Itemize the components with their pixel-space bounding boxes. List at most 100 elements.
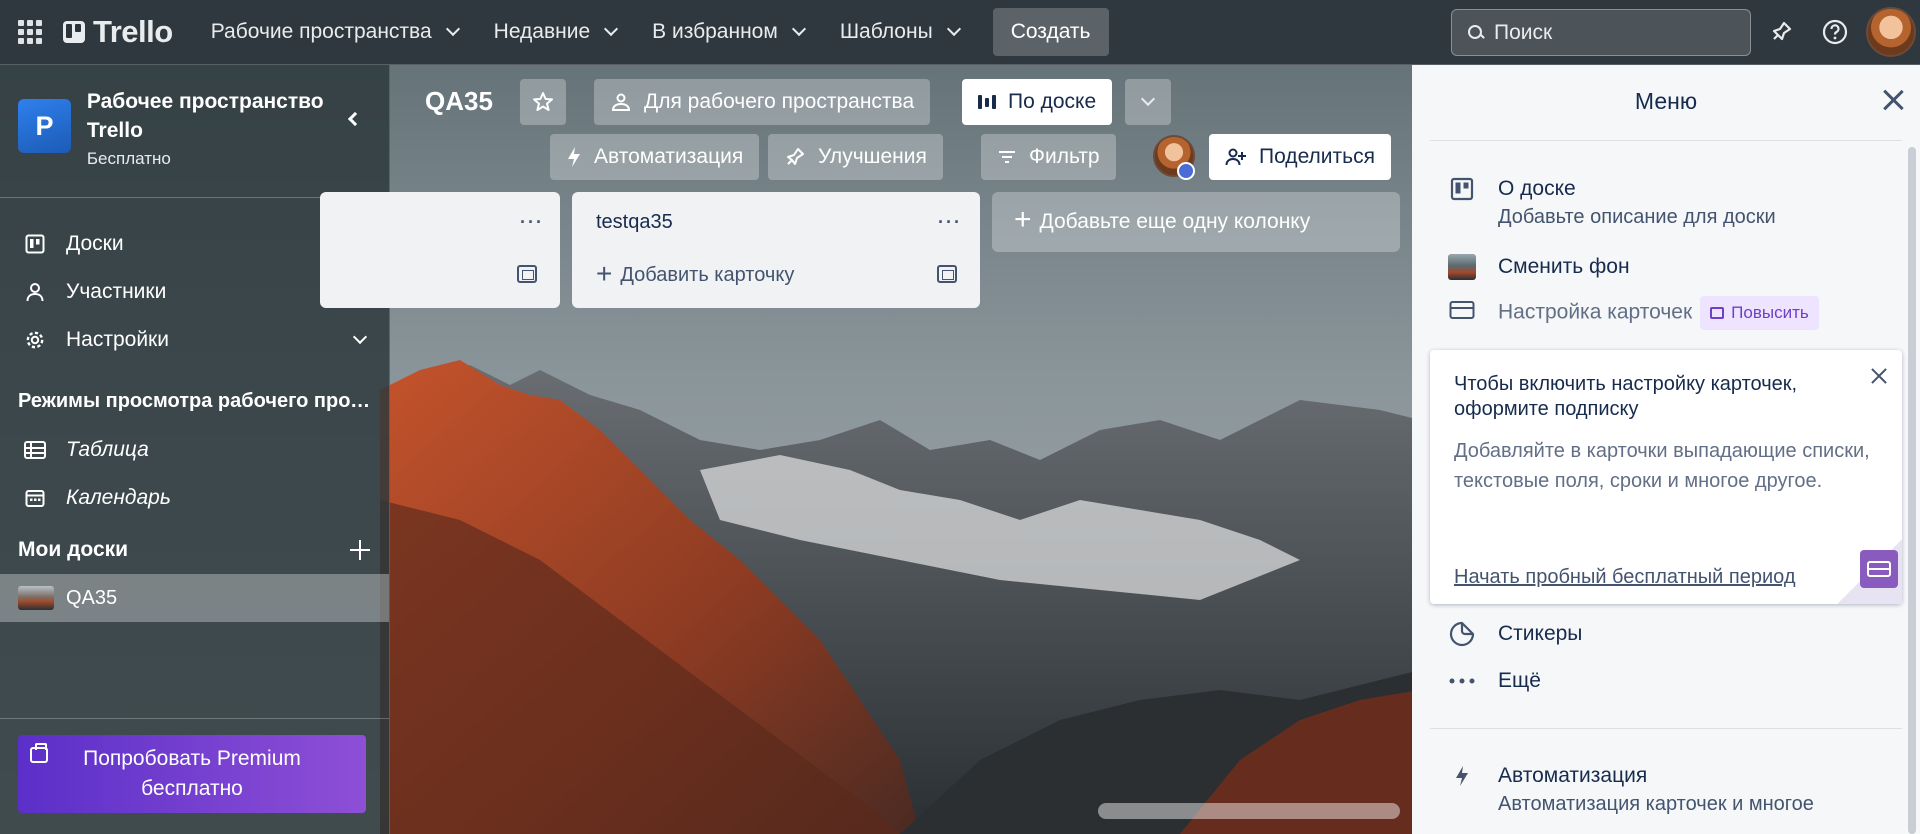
sidebar-item-label: Участники [66,280,167,303]
board-view-button[interactable]: По доске [962,79,1113,125]
upgrade-badge[interactable]: Повысить [1700,296,1819,330]
sidebar-item-label: Настройки [66,328,169,351]
workspace-name[interactable]: Рабочее пространство Trello [87,87,332,145]
notifications-icon[interactable] [1763,14,1799,50]
nav-workspaces[interactable]: Рабочие пространства [193,9,476,55]
trello-logo-text: Trello [93,14,173,49]
menu-item-more[interactable]: Ещё [1448,667,1541,695]
nav-starred-label: В избранном [652,20,778,43]
add-list-button[interactable]: + Добавьте еще одну колонку [992,192,1400,252]
nav-recent[interactable]: Недавние [476,9,634,55]
apps-icon[interactable] [15,17,45,47]
visibility-button[interactable]: Для рабочего пространства [594,79,931,125]
nav-starred[interactable]: В избранном [634,9,822,55]
star-icon [533,92,553,111]
board-view-icon [978,95,996,109]
gear-icon [24,329,46,351]
user-avatar[interactable] [1866,7,1916,57]
card-template-icon[interactable] [937,265,957,283]
plus-icon: + [1014,203,1032,236]
help-icon[interactable] [1817,14,1853,50]
add-card-button[interactable]: + Добавить карточку [596,259,795,287]
sidebar-item-calendar[interactable]: Календарь [0,474,389,522]
workspace-logo[interactable]: P [18,99,71,153]
try-premium-label: Попробовать Premium бесплатно [83,747,301,800]
search-icon [1468,24,1484,41]
powerups-label: Улучшения [818,145,927,168]
workspace-plan: Бесплатно [86,149,171,168]
board-thumbnail [18,586,54,610]
star-board-button[interactable] [520,79,566,125]
menu-item-about-title: О доске [1498,177,1576,200]
share-button[interactable]: Поделиться [1209,134,1391,180]
menu-item-stickers[interactable]: Стикеры [1448,620,1582,648]
horizontal-scrollbar[interactable] [1098,803,1400,819]
add-board-button[interactable] [349,539,371,561]
promo-text: Добавляйте в карточки выпадающие списки,… [1454,440,1870,492]
top-navigation-bar: Trello Рабочие пространства Недавние В и… [0,0,1920,65]
sidebar-item-settings[interactable]: Настройки [0,316,389,364]
start-trial-link[interactable]: Начать пробный бесплатный период [1454,566,1796,589]
my-boards-title: Мои доски [18,538,129,561]
automation-label: Автоматизация [594,145,744,168]
briefcase-icon [1710,307,1725,319]
close-promo-button[interactable] [1870,368,1892,390]
list-menu-icon[interactable]: ··· [938,212,962,233]
menu-item-automation[interactable]: Автоматизация Автоматизация карточек и м… [1448,762,1814,818]
list-menu-icon[interactable]: ··· [520,212,544,233]
automation-button[interactable]: Автоматизация [550,134,760,180]
sticker-icon [1448,620,1476,648]
menu-item-about[interactable]: О доске Добавьте описание для доски [1448,175,1776,231]
board-menu-panel: Меню О доске Добавьте описание для доски… [1412,65,1920,834]
menu-item-card-settings-label: Настройка карточек [1498,300,1693,324]
lightning-icon [1448,762,1476,790]
board-title[interactable]: QA35 [425,86,493,117]
background-thumbnail-icon [1448,253,1476,281]
board-icon [24,233,46,255]
sidebar-item-label: Таблица [66,438,149,461]
main-nav: Рабочие пространства Недавние В избранно… [193,8,1109,56]
card-settings-badge-icon [1860,550,1898,588]
close-menu-button[interactable] [1882,89,1910,117]
list-title[interactable]: testqa35 [596,211,673,234]
workspace-visibility-icon [610,92,632,112]
sidebar-item-label: Календарь [66,486,171,509]
menu-item-about-subtitle: Добавьте описание для доски [1498,206,1776,228]
upgrade-promo-card: Чтобы включить настройку карточек, оформ… [1430,350,1902,604]
chevron-down-icon [946,21,961,37]
nav-templates[interactable]: Шаблоны [822,9,977,55]
nav-workspaces-label: Рабочие пространства [210,20,432,43]
create-button[interactable]: Создать [992,8,1109,56]
filter-icon [997,149,1017,165]
promo-title: Чтобы включить настройку карточек, оформ… [1454,373,1798,420]
powerups-button[interactable]: Улучшения [768,134,943,180]
sidebar-item-table[interactable]: Таблица [0,426,389,474]
add-list-label: Добавьте еще одну колонку [1039,210,1311,233]
filter-button[interactable]: Фильтр [981,134,1116,180]
user-icon [24,281,46,303]
trello-logo[interactable]: Trello [63,14,173,50]
sidebar-item-label: Доски [66,232,124,255]
lightning-icon [566,146,582,168]
close-icon [1882,89,1904,111]
chevron-down-icon [1140,91,1156,107]
collapse-sidebar-button[interactable] [336,101,371,137]
menu-item-change-background[interactable]: Сменить фон [1448,253,1630,281]
view-switcher-button[interactable] [1125,79,1171,125]
workspace-sidebar: P Рабочее пространство Trello Бесплатно … [0,65,390,834]
expand-settings-button[interactable] [349,329,371,351]
upgrade-label: Повысить [1731,303,1809,322]
sidebar-board-qa35[interactable]: QA35 [0,574,389,622]
search-input[interactable]: Поиск [1451,9,1751,56]
menu-vertical-scrollbar[interactable] [1908,147,1916,834]
nav-recent-label: Недавние [493,20,591,43]
add-card-label: Добавить карточку [620,264,795,286]
trello-logo-icon [63,21,85,43]
menu-item-card-settings[interactable]: Настройка карточек Повысить [1448,296,1819,330]
chevron-down-icon [791,21,806,37]
views-section-title: Режимы просмотра рабочего пространства [0,376,390,426]
menu-header: Меню [1430,65,1902,141]
try-premium-button[interactable]: Попробовать Premium бесплатно [18,735,366,813]
card-template-icon[interactable] [517,265,537,283]
more-icon [1448,667,1476,695]
